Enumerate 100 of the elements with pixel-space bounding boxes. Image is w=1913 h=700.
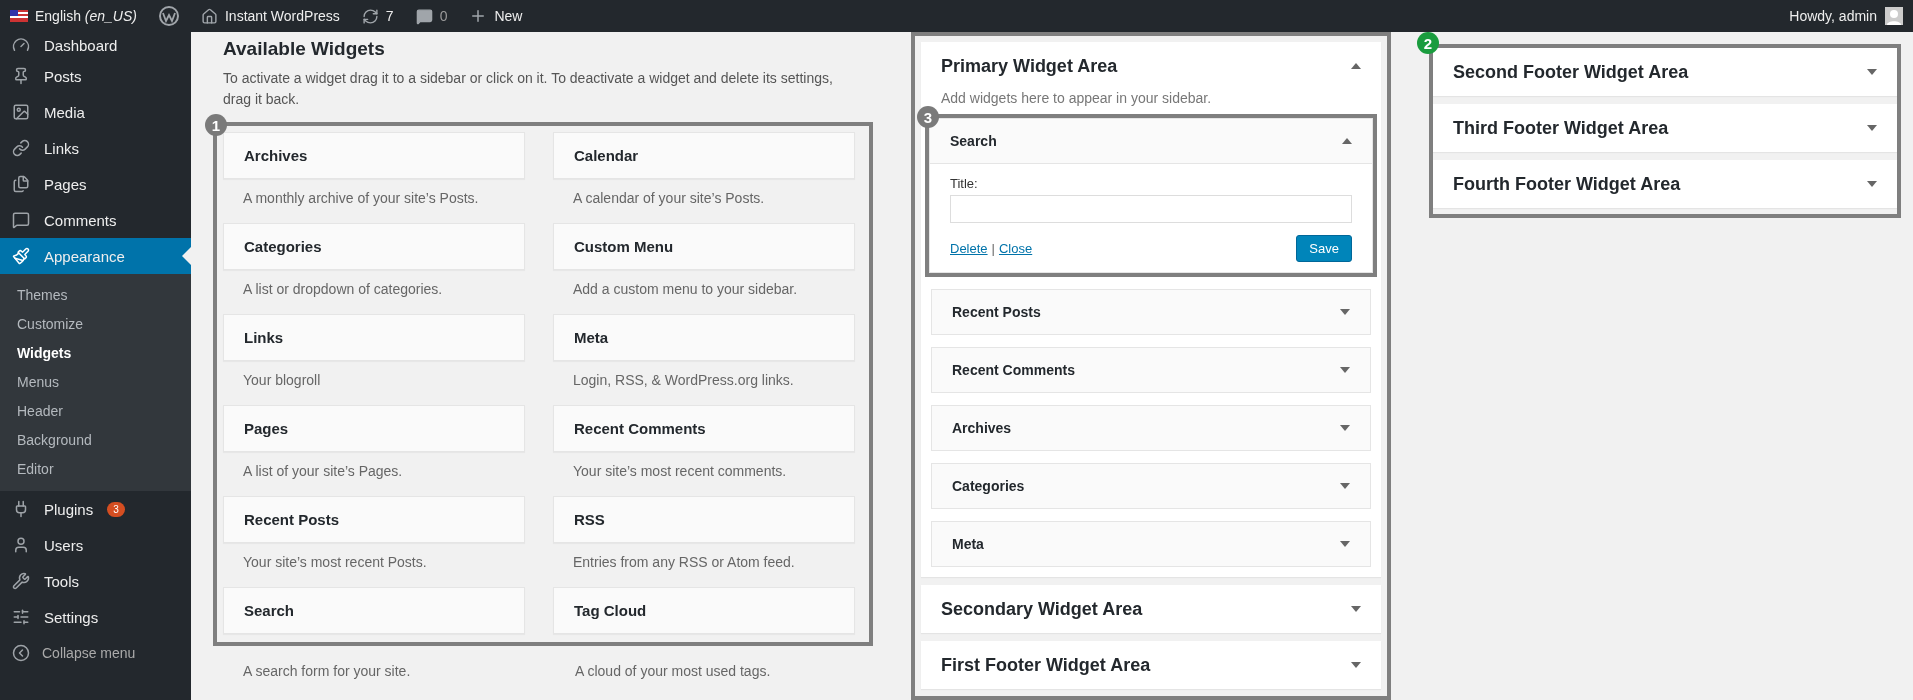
menu-item[interactable]: Settings <box>0 599 191 635</box>
menu-item[interactable]: Pages <box>0 166 191 202</box>
widget-area-header[interactable]: Fourth Footer Widget Area <box>1433 160 1897 208</box>
widget-description: A cloud of your most used tags. <box>574 662 772 681</box>
gauge-icon <box>12 36 30 54</box>
widget-tile[interactable]: Calendar <box>553 132 855 179</box>
menu-item[interactable]: Plugins 3 <box>0 491 191 527</box>
widget-description: Add a custom menu to your sidebar. <box>572 280 799 299</box>
widget-tile[interactable]: Custom Menu <box>553 223 855 270</box>
submenu-item[interactable]: Background <box>0 425 191 454</box>
widget-tile[interactable]: Tag Cloud <box>553 587 855 634</box>
account-link[interactable]: Howdy, admin <box>1789 7 1903 25</box>
image-icon <box>12 103 30 121</box>
flag-icon <box>10 10 28 22</box>
section-description: To activate a widget drag it to a sidebar or click on it. To deactivate a widget and delete its settings, drag it back. <box>222 69 834 109</box>
title-input[interactable] <box>950 195 1352 223</box>
widget-tile[interactable]: Categories <box>223 223 525 270</box>
widget-description: A list of your site’s Pages. <box>242 462 404 481</box>
caret-down-icon[interactable] <box>1340 367 1350 373</box>
avatar-icon <box>1885 7 1903 25</box>
menu-item[interactable]: Comments <box>0 202 191 238</box>
save-button[interactable]: Save <box>1296 235 1352 262</box>
widget-tile[interactable]: Recent Posts <box>223 496 525 543</box>
widget-description: A calendar of your site’s Posts. <box>572 189 766 208</box>
site-link[interactable]: Instant WordPress <box>200 7 340 25</box>
widget-area-header[interactable]: First Footer Widget Area <box>921 641 1381 689</box>
caret-down-icon[interactable] <box>1340 541 1350 547</box>
refresh-icon <box>361 7 379 25</box>
separator-text: | <box>991 241 995 256</box>
widget-tile[interactable]: Search <box>223 587 525 634</box>
widget-area-header[interactable]: Second Footer Widget Area <box>1433 48 1897 96</box>
collapse-menu-button[interactable]: Collapse menu <box>0 635 191 671</box>
comments-link[interactable]: 0 <box>415 7 448 25</box>
widget-tile[interactable]: Archives <box>223 132 525 179</box>
widget-area-header[interactable]: Primary Widget Area <box>921 42 1381 90</box>
logo-icon[interactable] <box>158 6 179 26</box>
widget-description: Your blogroll <box>242 371 322 390</box>
user-icon <box>12 536 30 554</box>
widget-description: Login, RSS, & WordPress.org links. <box>572 371 795 390</box>
submenu-item[interactable]: Themes <box>0 280 191 309</box>
menu-item[interactable]: Appearance <box>0 238 191 274</box>
submenu-item[interactable]: Editor <box>0 454 191 483</box>
caret-up-icon[interactable] <box>1351 63 1361 69</box>
collapse-icon <box>12 644 30 662</box>
home-icon <box>200 7 218 25</box>
caret-down-icon[interactable] <box>1340 483 1350 489</box>
widget-header[interactable]: Categories <box>932 464 1370 508</box>
menu-item[interactable]: Users <box>0 527 191 563</box>
menu-item[interactable]: Media <box>0 94 191 130</box>
widget-tile[interactable]: Links <box>223 314 525 361</box>
submenu-item[interactable]: Menus <box>0 367 191 396</box>
widget-tile[interactable]: RSS <box>553 496 855 543</box>
field-label: Title: <box>950 176 979 191</box>
widget-header[interactable]: Recent Posts <box>932 290 1370 334</box>
updates-link[interactable]: 7 <box>361 7 394 25</box>
widget-area-header[interactable]: Secondary Widget Area <box>921 585 1381 633</box>
widget-tile[interactable]: Pages <box>223 405 525 452</box>
widget-description: Entries from any RSS or Atom feed. <box>572 553 796 572</box>
caret-down-icon[interactable] <box>1340 425 1350 431</box>
submenu-item[interactable]: Header <box>0 396 191 425</box>
widget-description: A search form for your site. <box>242 662 412 681</box>
caret-down-icon[interactable] <box>1351 606 1361 612</box>
widget-description: A list or dropdown of categories. <box>242 280 444 299</box>
widget-area-header[interactable]: Third Footer Widget Area <box>1433 104 1897 152</box>
widget-header[interactable]: Meta <box>932 522 1370 566</box>
wrench-icon <box>12 572 30 590</box>
menu-item[interactable]: Posts <box>0 58 191 94</box>
language-link[interactable]: English (en_US) <box>10 8 137 24</box>
link-icon <box>12 139 30 157</box>
caret-down-icon[interactable] <box>1867 181 1877 187</box>
menu-item[interactable]: Dashboard <box>0 32 191 58</box>
caret-down-icon[interactable] <box>1351 662 1361 668</box>
delete-link[interactable]: Delete <box>950 241 988 256</box>
caret-down-icon[interactable] <box>1867 69 1877 75</box>
sliders-icon <box>12 608 30 626</box>
close-link[interactable]: Close <box>998 241 1033 256</box>
caret-up-icon[interactable] <box>1342 138 1352 144</box>
callout-number: 1 <box>205 114 227 136</box>
count-badge: 3 <box>107 501 125 517</box>
widget-area-description: Add widgets here to appear in your sidebar. <box>940 90 1213 108</box>
submenu-item[interactable]: Widgets <box>0 338 191 367</box>
new-link[interactable]: New <box>469 7 523 25</box>
widget-tile[interactable]: Recent Comments <box>553 405 855 452</box>
menu-item[interactable]: Tools <box>0 563 191 599</box>
menu-item[interactable]: Links <box>0 130 191 166</box>
callout-number: 2 <box>1417 32 1439 54</box>
widget-description: A monthly archive of your site’s Posts. <box>242 189 480 208</box>
pin-icon <box>12 67 30 85</box>
widget-header[interactable]: Archives <box>932 406 1370 450</box>
widget-description: Your site’s most recent comments. <box>572 462 788 481</box>
submenu-item[interactable]: Customize <box>0 309 191 338</box>
callout-number: 3 <box>917 106 939 128</box>
caret-down-icon[interactable] <box>1340 309 1350 315</box>
widget-header[interactable]: Recent Comments <box>932 348 1370 392</box>
widget-description: Your site’s most recent Posts. <box>242 553 428 572</box>
caret-down-icon[interactable] <box>1867 125 1877 131</box>
pages-icon <box>12 175 30 193</box>
section-title: Available Widgets <box>222 38 386 60</box>
widget-tile[interactable]: Meta <box>553 314 855 361</box>
paintbrush-icon <box>12 247 30 265</box>
